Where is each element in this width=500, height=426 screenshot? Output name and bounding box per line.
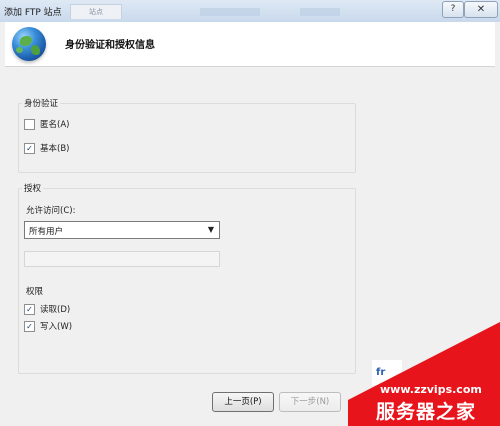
page-title: 身份验证和授权信息: [65, 40, 155, 51]
anonymous-checkbox-row[interactable]: 匿名(A): [24, 118, 69, 130]
read-label: 读取(D): [40, 305, 71, 315]
write-checkbox-row[interactable]: ✓ 写入(W): [24, 320, 72, 332]
background-blur: [300, 8, 340, 16]
write-checkbox[interactable]: ✓: [24, 320, 35, 332]
close-button[interactable]: ✕: [464, 1, 498, 18]
permissions-label: 权限: [26, 287, 44, 297]
dropdown-arrow-icon[interactable]: ▼: [208, 225, 214, 234]
read-checkbox-row[interactable]: ✓ 读取(D): [24, 303, 70, 315]
read-checkbox[interactable]: ✓: [24, 303, 35, 315]
allow-access-label: 允许访问(C):: [26, 206, 76, 216]
basic-label: 基本(B): [40, 144, 70, 154]
authorization-group-label: 授权: [22, 182, 44, 194]
anonymous-checkbox[interactable]: [24, 118, 35, 130]
allow-access-dropdown[interactable]: 所有用户 ▼: [24, 221, 220, 239]
basic-checkbox[interactable]: ✓: [24, 142, 35, 154]
help-button[interactable]: ?: [442, 1, 464, 18]
basic-checkbox-row[interactable]: ✓ 基本(B): [24, 142, 69, 154]
background-blur: [200, 8, 260, 16]
wizard-header: 身份验证和授权信息: [5, 22, 495, 67]
next-button[interactable]: 下一步(N): [279, 392, 341, 412]
users-input-disabled: [24, 251, 220, 267]
watermark-name: 服务器之家: [376, 401, 477, 423]
write-label: 写入(W): [40, 322, 73, 332]
previous-button[interactable]: 上一页(P): [212, 392, 274, 412]
partial-text: fr: [376, 367, 386, 378]
authentication-group: [18, 103, 356, 173]
watermark-url: www.zzvips.com: [380, 383, 482, 396]
background-window-tab: 站点: [70, 4, 122, 19]
globe-icon: [12, 27, 46, 61]
authentication-group-label: 身份验证: [22, 97, 61, 109]
title-bar: 添加 FTP 站点 站点 ? ✕: [0, 0, 500, 22]
allow-access-value: 所有用户: [29, 227, 64, 237]
window-title: 添加 FTP 站点: [4, 8, 62, 18]
anonymous-label: 匿名(A): [40, 120, 70, 130]
